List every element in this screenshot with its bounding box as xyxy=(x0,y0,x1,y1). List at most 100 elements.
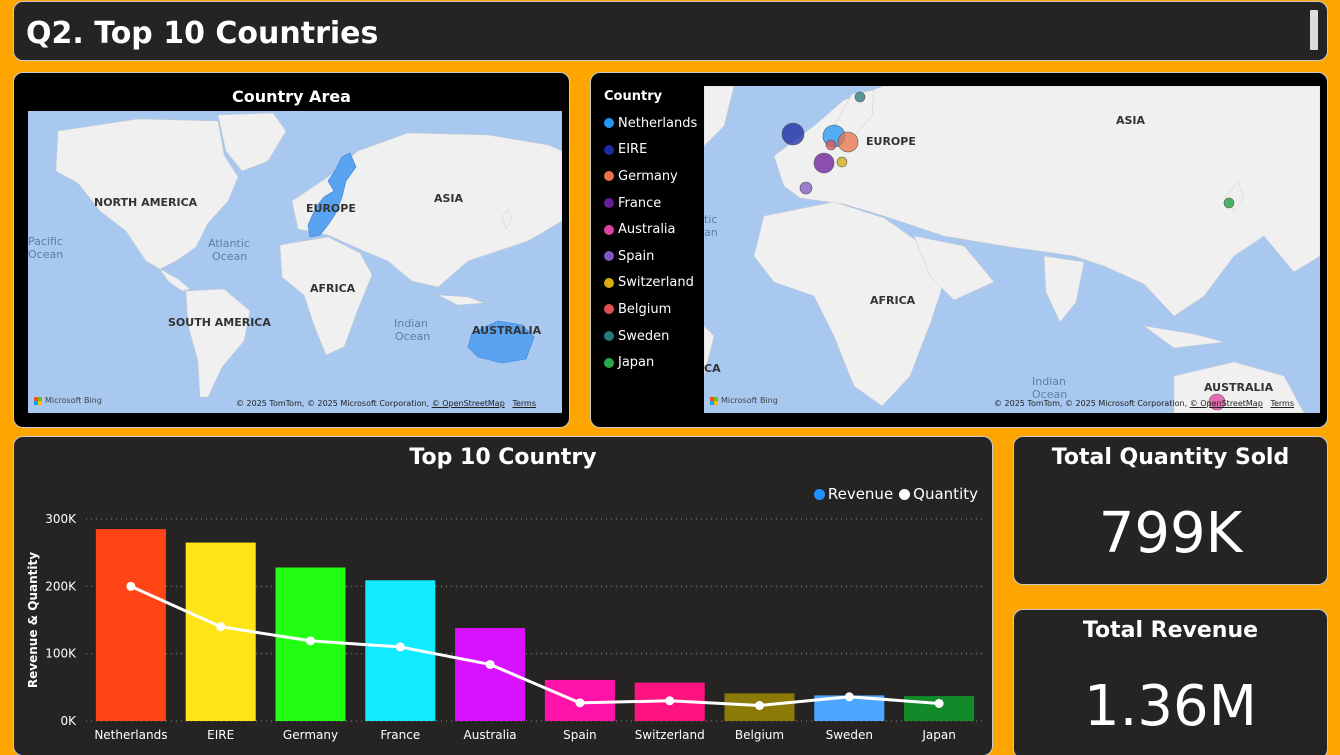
label-europe: EUROPE xyxy=(306,202,356,215)
x-tick-label: Spain xyxy=(563,728,597,742)
page-title: Q2. Top 10 Countries xyxy=(26,16,379,51)
quantity-point-belgium[interactable] xyxy=(755,701,764,711)
total-quantity-card[interactable]: Total Quantity Sold 799K xyxy=(1013,436,1328,585)
label-pacific: Pacific xyxy=(28,235,63,248)
microsoft-logo-icon xyxy=(710,396,718,405)
title-bar: Q2. Top 10 Countries xyxy=(13,1,1328,61)
legend-label: Netherlands xyxy=(618,115,698,131)
legend-item-eire[interactable]: EIRE xyxy=(604,137,697,164)
bubble-sweden xyxy=(854,91,866,103)
bubble-belgium xyxy=(825,139,837,151)
label-australia: AUSTRALIA xyxy=(1204,381,1274,394)
x-tick-label: Belgium xyxy=(735,728,784,742)
legend-item-quantity[interactable]: Quantity xyxy=(899,485,978,503)
legend-label: Spain xyxy=(618,248,655,264)
x-tick-label: EIRE xyxy=(207,728,234,742)
kpi-title: Total Quantity Sold xyxy=(1051,445,1290,470)
map-legend: Country Netherlands EIRE Germany France Aust… xyxy=(604,89,697,376)
chart-legend: Revenue Quantity xyxy=(813,485,978,503)
legend-dot-icon xyxy=(604,331,614,342)
bubble-map[interactable]: EUROPE ASIA AFRICA AUSTRALIA Indian Ocea… xyxy=(704,86,1320,413)
legend-dot-icon xyxy=(604,224,614,235)
map-attribution: © 2025 TomTom, © 2025 Microsoft Corporat… xyxy=(235,399,536,408)
y-tick-label: 0K xyxy=(60,714,77,728)
label-africa: AFRICA xyxy=(310,282,356,295)
legend-dot-icon xyxy=(604,118,614,129)
legend-item-germany[interactable]: Germany xyxy=(604,163,697,190)
x-tick-label: Australia xyxy=(464,728,517,742)
legend-item-belgium[interactable]: Belgium xyxy=(604,296,697,323)
bubble-eire xyxy=(781,122,805,146)
legend-label: Switzerland xyxy=(618,275,694,291)
quantity-point-france[interactable] xyxy=(395,642,405,652)
legend-dot-icon xyxy=(604,171,614,182)
legend-dot-icon xyxy=(604,251,614,262)
legend-label: Japan xyxy=(618,355,655,371)
osm-link[interactable]: © OpenStreetMap xyxy=(432,399,505,408)
label-america-fragment: CA xyxy=(704,362,721,375)
total-revenue-card[interactable]: Total Revenue 1.36M xyxy=(1013,609,1328,755)
quantity-point-sweden[interactable] xyxy=(844,692,854,702)
chart-title: Top 10 Country xyxy=(409,445,597,470)
quantity-point-switzerland[interactable] xyxy=(665,696,675,706)
quantity-point-australia[interactable] xyxy=(485,659,495,669)
label-africa: AFRICA xyxy=(870,294,916,307)
label-indian: Indian xyxy=(1032,375,1066,388)
bubble-japan xyxy=(1223,197,1235,209)
legend-item-japan[interactable]: Japan xyxy=(604,349,697,376)
label-atlantic: Atlantic xyxy=(208,237,250,250)
country-area-map-visual[interactable]: Country Area NORTH AMERICA SOUTH AMERICA… xyxy=(13,72,570,428)
label-atlantic-2: Ocean xyxy=(212,250,247,263)
label-pacific-2: Ocean xyxy=(28,248,63,261)
country-bubble-map-visual[interactable]: Country Netherlands EIRE Germany France Aust… xyxy=(590,72,1328,428)
y-axis-title: Revenue & Quantity xyxy=(26,552,40,688)
bubble-france xyxy=(813,152,835,174)
legend-item-netherlands[interactable]: Netherlands xyxy=(604,110,697,137)
quantity-point-japan[interactable] xyxy=(934,698,944,708)
filled-map[interactable]: NORTH AMERICA SOUTH AMERICA EUROPE ASIA … xyxy=(28,111,562,413)
kpi-value: 799K xyxy=(1098,501,1243,566)
kpi-title: Total Revenue xyxy=(1082,618,1259,643)
legend-dot-icon xyxy=(604,198,614,209)
map-title: Country Area xyxy=(232,87,351,106)
scroll-handle[interactable] xyxy=(1310,10,1318,50)
microsoft-logo-icon xyxy=(34,396,42,405)
x-tick-label: France xyxy=(380,728,420,742)
quantity-point-germany[interactable] xyxy=(306,636,315,646)
legend-label: France xyxy=(618,195,662,211)
quantity-dot-icon xyxy=(899,488,911,500)
quantity-point-netherlands[interactable] xyxy=(126,581,136,591)
world-map-zoomed: EUROPE ASIA AFRICA AUSTRALIA Indian Ocea… xyxy=(704,86,1320,413)
label-europe: EUROPE xyxy=(866,135,916,148)
top-10-country-chart[interactable]: 0K 100K 200K 300K Revenue & Quantity Netherla… xyxy=(13,436,993,755)
bubble-switzerland xyxy=(836,156,848,168)
x-tick-label: Netherlands xyxy=(94,728,167,742)
legend-label: Sweden xyxy=(618,328,670,344)
bubble-spain xyxy=(799,181,813,195)
legend-title: Country xyxy=(604,89,663,104)
label-indian: Indian xyxy=(394,317,428,330)
legend-item-switzerland[interactable]: Switzerland xyxy=(604,270,697,297)
x-tick-label: Sweden xyxy=(826,728,873,742)
quantity-point-eire[interactable] xyxy=(216,622,226,632)
legend-item-sweden[interactable]: Sweden xyxy=(604,323,697,350)
label-ocean-fragment: an xyxy=(704,226,718,239)
bar-netherlands[interactable] xyxy=(95,529,166,721)
osm-link[interactable]: © OpenStreetMap xyxy=(1190,399,1263,408)
y-tick-label: 300K xyxy=(45,512,77,526)
label-atlantic-fragment: tic xyxy=(704,213,717,226)
legend-dot-icon xyxy=(604,357,614,368)
terms-link[interactable]: Terms xyxy=(1270,399,1294,408)
label-south-america: SOUTH AMERICA xyxy=(168,316,271,329)
legend-item-spain[interactable]: Spain xyxy=(604,243,697,270)
label-asia: ASIA xyxy=(434,192,464,205)
world-map: NORTH AMERICA SOUTH AMERICA EUROPE ASIA … xyxy=(28,111,562,413)
legend-item-revenue[interactable]: Revenue xyxy=(813,485,893,503)
quantity-point-spain[interactable] xyxy=(575,698,585,708)
legend-label: Germany xyxy=(618,168,678,184)
bing-attribution: Microsoft Bing xyxy=(710,396,778,405)
terms-link[interactable]: Terms xyxy=(512,399,536,408)
legend-item-france[interactable]: France xyxy=(604,190,697,217)
legend-item-australia[interactable]: Australia xyxy=(604,216,697,243)
label-indian-2: Ocean xyxy=(395,330,430,343)
